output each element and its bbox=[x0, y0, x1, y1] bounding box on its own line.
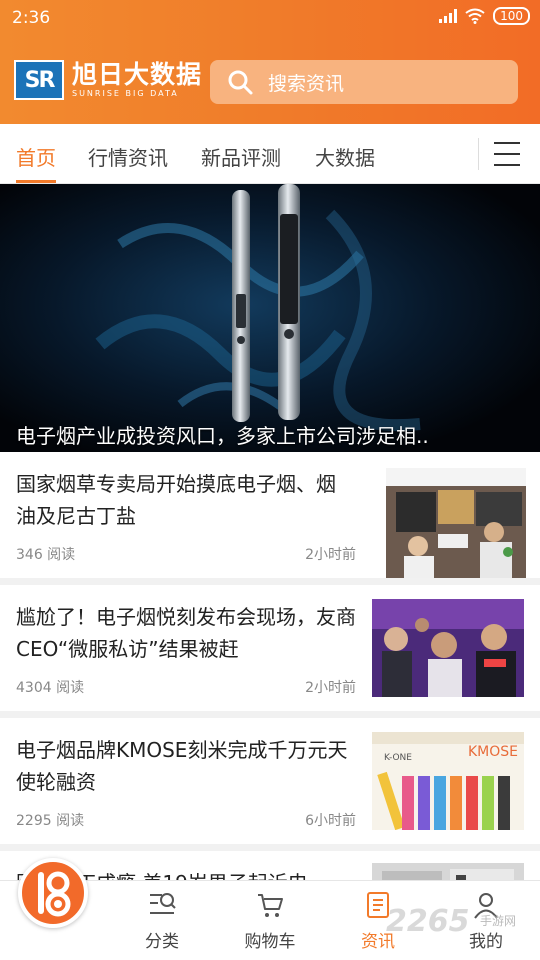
active-tab-indicator bbox=[16, 180, 56, 183]
banner-image bbox=[95, 184, 421, 432]
tab-home[interactable]: 首页 bbox=[16, 142, 56, 171]
logo-title: 旭日大数据 bbox=[72, 60, 203, 89]
article-title: 电子烟品牌KMOSE刻米完成千万元天使轮融资 bbox=[16, 738, 348, 794]
app-screen: 2:36 100 SR 旭日大数据 SUNRISE BIG DATA 搜索资讯 … bbox=[0, 0, 540, 960]
category-tabs: 首页 行情资讯 新品评测 大数据 bbox=[0, 124, 540, 184]
wifi-icon bbox=[465, 8, 485, 24]
nav-cart[interactable]: 购物车 bbox=[220, 881, 320, 960]
tab-big-data[interactable]: 大数据 bbox=[315, 142, 375, 171]
article-time: 6小时前 bbox=[305, 813, 356, 829]
article-item[interactable]: 电子烟品牌KMOSE刻米完成千万元天使轮融资 2295 阅读 6小时前 KMOS… bbox=[0, 718, 540, 844]
cart-icon bbox=[258, 894, 283, 917]
divider bbox=[478, 138, 479, 170]
article-reads: 346 阅读 bbox=[16, 547, 76, 563]
search-placeholder: 搜索资讯 bbox=[268, 72, 345, 95]
search-bar[interactable]: 搜索资讯 bbox=[210, 60, 518, 104]
home-logo-icon bbox=[38, 871, 71, 917]
article-title: 尴尬了！电子烟悦刻发布会现场，友商CEO“微服私访”结果被赶 bbox=[16, 605, 356, 661]
nav-category[interactable]: 分类 bbox=[112, 881, 212, 960]
menu-icon[interactable] bbox=[494, 142, 520, 166]
home-button[interactable] bbox=[18, 858, 88, 928]
tab-market-news[interactable]: 行情资讯 bbox=[88, 142, 168, 171]
search-icon bbox=[228, 70, 253, 95]
article-time: 2小时前 bbox=[305, 680, 356, 696]
article-item[interactable]: 国家烟草专卖局开始摸底电子烟、烟油及尼古丁盐 346 阅读 2小时前 bbox=[0, 452, 540, 578]
header: 2:36 100 SR 旭日大数据 SUNRISE BIG DATA 搜索资讯 bbox=[0, 0, 540, 124]
article-reads: 2295 阅读 bbox=[16, 813, 85, 829]
status-icons: 100 bbox=[439, 7, 530, 25]
banner-title: 电子烟产业成投资风口，多家上市公司涉足相.. bbox=[16, 424, 429, 448]
watermark-sub: 手游网 bbox=[480, 914, 517, 928]
tab-product-review[interactable]: 新品评测 bbox=[201, 142, 281, 171]
svg-text:K-ONE: K-ONE bbox=[384, 753, 412, 763]
nav-label: 分类 bbox=[145, 932, 179, 952]
banner[interactable]: 电子烟产业成投资风口，多家上市公司涉足相.. bbox=[0, 184, 540, 452]
status-bar: 2:36 100 bbox=[0, 0, 540, 36]
logo-subtitle: SUNRISE BIG DATA bbox=[72, 89, 179, 98]
category-search-icon bbox=[150, 893, 176, 914]
article-time: 2小时前 bbox=[305, 547, 356, 563]
signal-icon bbox=[439, 9, 458, 23]
article-thumbnail: KMOSE K-ONE bbox=[372, 732, 524, 830]
logo-mark: SR bbox=[14, 60, 64, 100]
article-reads: 4304 阅读 bbox=[16, 680, 85, 696]
battery-indicator: 100 bbox=[493, 7, 530, 25]
app-logo: SR 旭日大数据 SUNRISE BIG DATA bbox=[14, 60, 202, 100]
watermark: 2265 bbox=[386, 904, 470, 939]
article-item[interactable]: 尴尬了！电子烟悦刻发布会现场，友商CEO“微服私访”结果被赶 4304 阅读 2… bbox=[0, 585, 540, 711]
svg-text:KMOSE: KMOSE bbox=[468, 744, 518, 760]
article-thumbnail bbox=[386, 468, 526, 578]
article-thumbnail bbox=[372, 599, 524, 697]
article-title: 国家烟草专卖局开始摸底电子烟、烟油及尼古丁盐 bbox=[16, 472, 336, 528]
nav-label: 购物车 bbox=[244, 932, 296, 952]
status-time: 2:36 bbox=[12, 8, 51, 28]
